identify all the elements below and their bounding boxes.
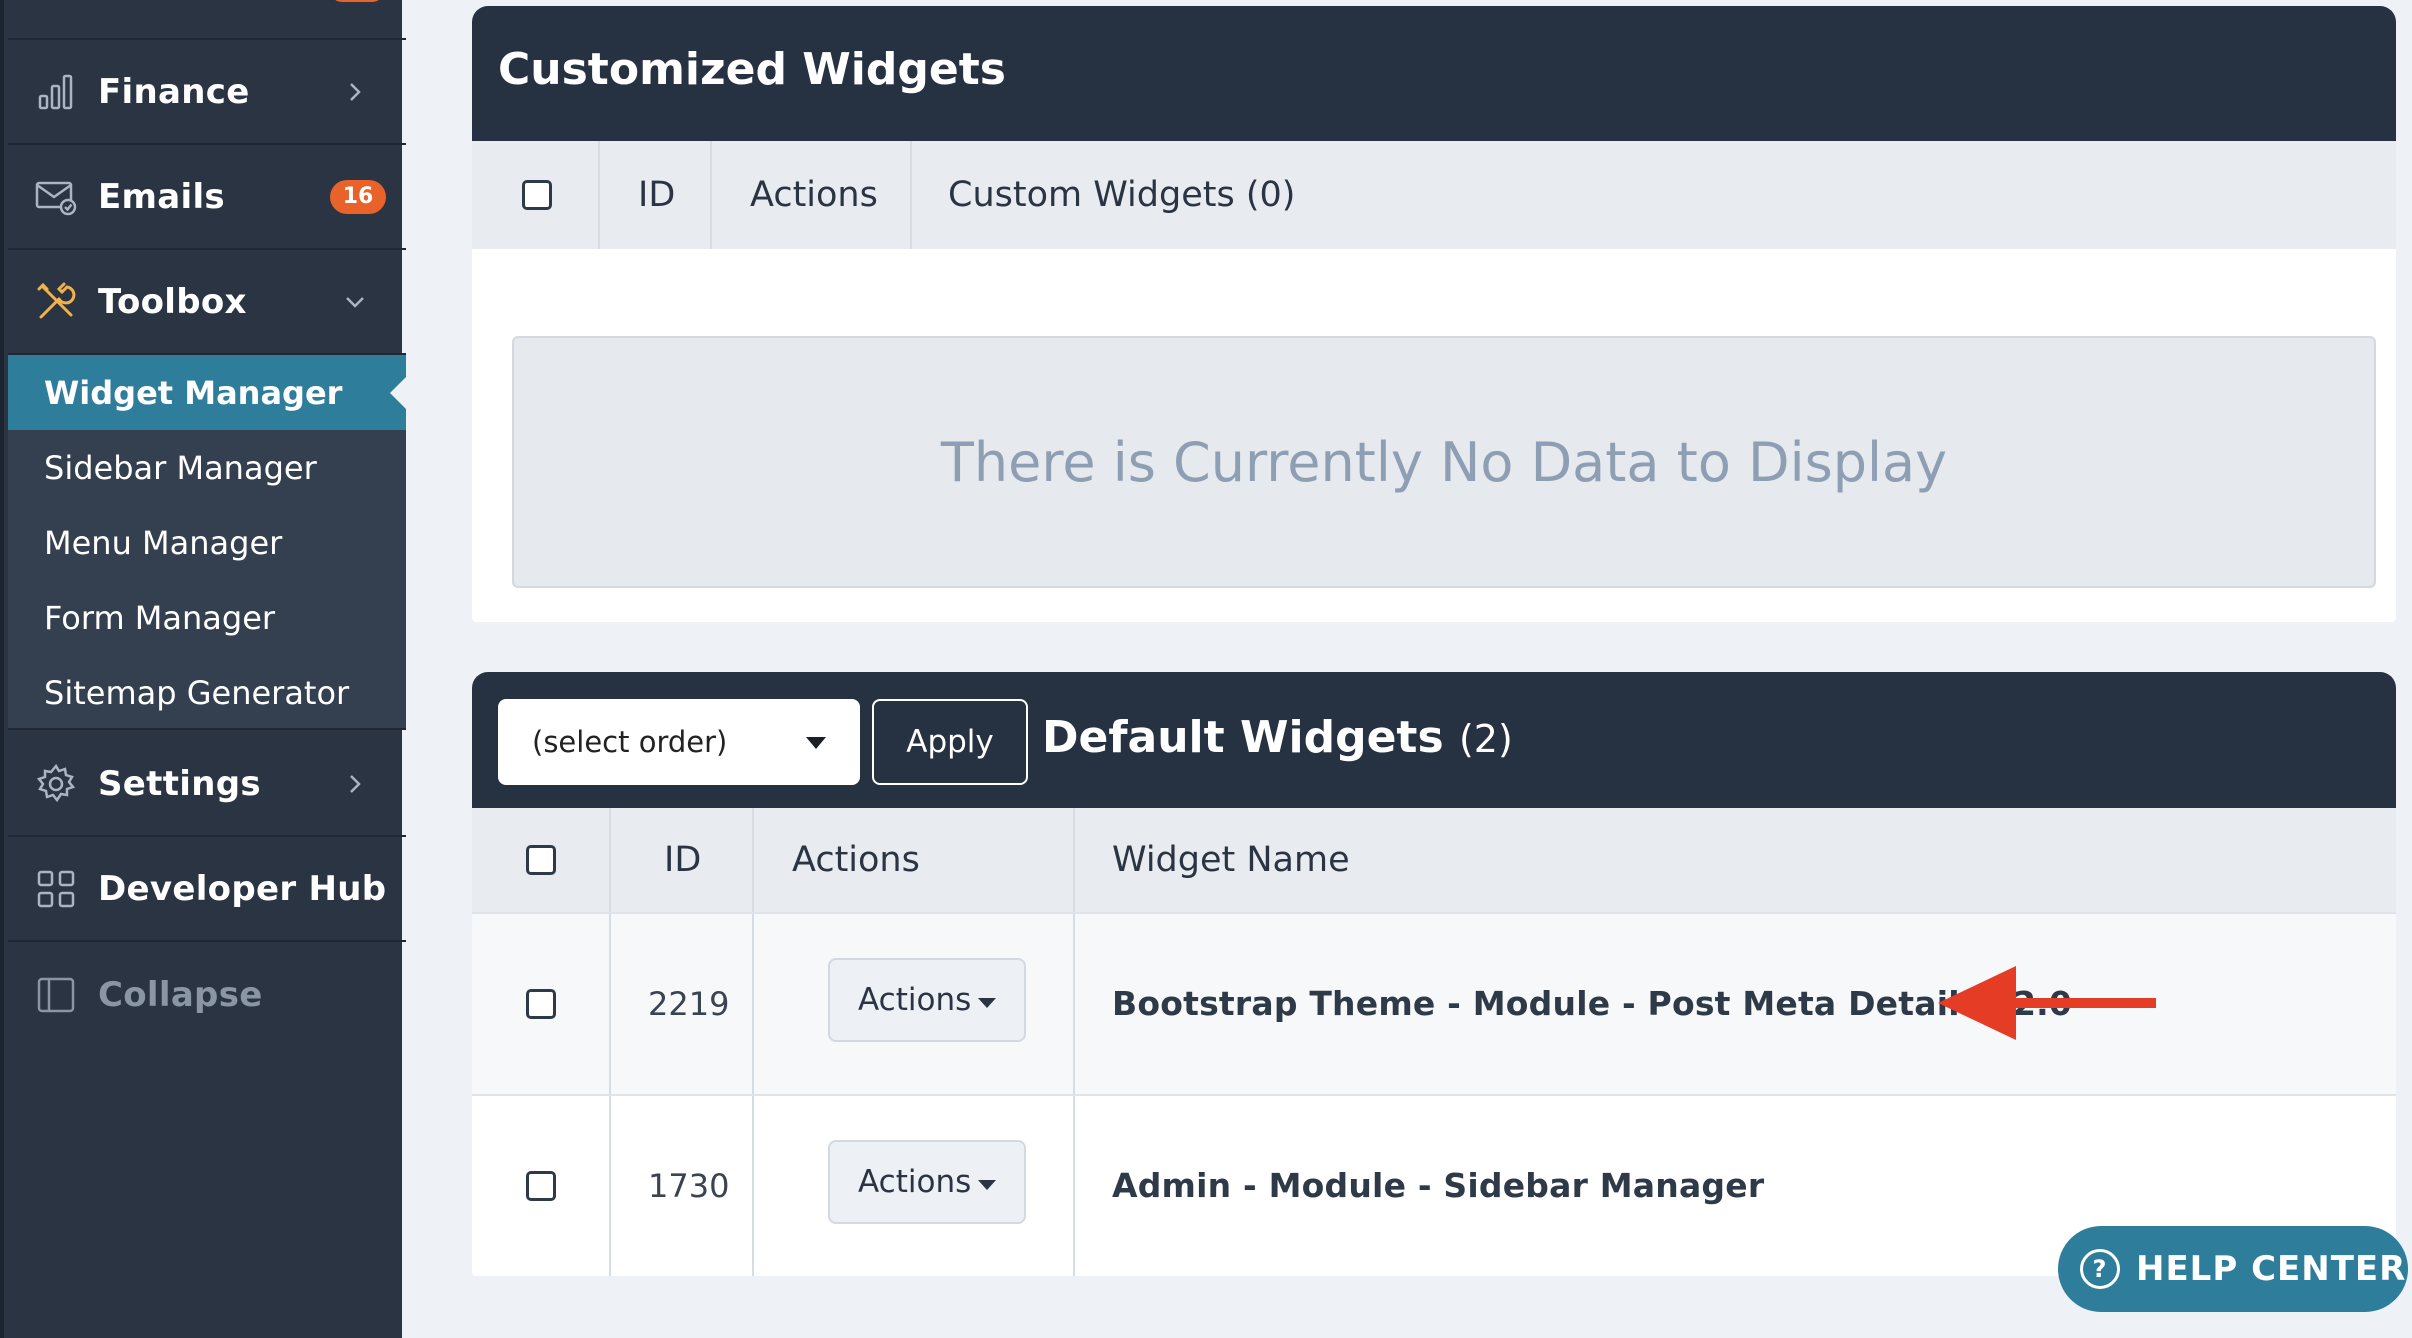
row-actions-label: Actions (858, 1164, 972, 1200)
grid-icon (34, 867, 78, 911)
question-icon: ? (2080, 1249, 2120, 1289)
column-divider (710, 141, 712, 249)
sidebar-item-developer-hub[interactable]: Developer Hub (8, 837, 406, 942)
column-divider (598, 141, 600, 249)
help-center-label: HELP CENTER (2136, 1249, 2407, 1289)
column-divider (609, 808, 611, 912)
column-header-id[interactable]: ID (664, 808, 701, 912)
select-all-checkbox[interactable] (526, 845, 556, 875)
badge-partial (330, 0, 384, 2)
row-actions-dropdown[interactable]: Actions (828, 1140, 1026, 1224)
help-center-button[interactable]: ? HELP CENTER (2058, 1226, 2408, 1312)
sidebar-item-finance[interactable]: Finance (8, 40, 406, 145)
caret-down-icon (806, 737, 826, 749)
submenu-item-widget-manager[interactable]: Widget Manager (8, 355, 406, 430)
column-divider (1073, 808, 1075, 912)
sidebar-item-label: Finance (98, 71, 250, 112)
customized-widgets-panel: Customized Widgets ID Actions Custom Wid… (472, 6, 2396, 622)
row-actions-dropdown[interactable]: Actions (828, 958, 1026, 1042)
sidebar-item-toolbox[interactable]: Toolbox (8, 250, 406, 355)
column-divider (609, 1096, 611, 1276)
panel-header: (select order) Apply Default Widgets (2) (472, 672, 2396, 808)
panel-icon (34, 973, 78, 1017)
email-icon (34, 175, 78, 219)
sidebar-item-settings[interactable]: Settings (8, 732, 406, 837)
caret-down-icon (978, 1180, 996, 1190)
submenu-item-form-manager[interactable]: Form Manager (8, 580, 406, 655)
bar-chart-icon (34, 70, 78, 114)
widget-name[interactable]: Admin - Module - Sidebar Manager (1112, 1166, 1764, 1205)
sidebar-collapse-toggle[interactable]: Collapse (8, 942, 406, 1047)
column-divider (1073, 1096, 1075, 1276)
apply-button[interactable]: Apply (872, 699, 1028, 785)
sidebar-item-label: Developer Hub (98, 868, 387, 909)
sidebar-item-label: Emails (98, 176, 225, 217)
chevron-right-icon (342, 79, 368, 105)
sidebar-item-label: Collapse (98, 974, 263, 1015)
column-header-widget-name[interactable]: Widget Name (1112, 808, 1350, 912)
column-divider (752, 808, 754, 912)
column-header-actions[interactable]: Actions (750, 141, 878, 249)
widget-id: 2219 (648, 985, 730, 1023)
empty-state-message: There is Currently No Data to Display (512, 336, 2376, 588)
unread-count-badge: 16 (330, 179, 386, 214)
order-select-value: (select order) (532, 725, 728, 759)
column-divider (609, 914, 611, 1094)
table-header: ID Actions Custom Widgets (0) (472, 141, 2396, 249)
gear-icon (34, 762, 78, 806)
submenu-item-sitemap-generator[interactable]: Sitemap Generator (8, 655, 406, 730)
sidebar-item-emails[interactable]: Emails 16 (8, 145, 406, 250)
sidebar: Finance Emails 16 Toolbox Widget Manager… (0, 0, 406, 1338)
caret-down-icon (978, 998, 996, 1008)
annotation-arrow-icon (1938, 966, 2156, 1040)
panel-title-text: Default Widgets (1042, 712, 1444, 763)
column-divider (752, 914, 754, 1094)
row-checkbox[interactable] (526, 1171, 556, 1201)
column-header-id[interactable]: ID (638, 141, 675, 249)
table-header: ID Actions Widget Name (472, 808, 2396, 912)
tools-icon (34, 280, 78, 324)
row-actions-label: Actions (858, 982, 972, 1018)
widget-name[interactable]: Bootstrap Theme - Module - Post Meta Det… (1112, 984, 2072, 1023)
column-header-actions[interactable]: Actions (792, 808, 920, 912)
panel-header: Customized Widgets (472, 6, 2396, 141)
sidebar-item-label: Settings (98, 763, 261, 804)
submenu-item-sidebar-manager[interactable]: Sidebar Manager (8, 430, 406, 505)
widget-count: (2) (1458, 717, 1513, 761)
panel-title: Customized Widgets (498, 44, 1006, 95)
sidebar-item-label: Toolbox (98, 281, 247, 322)
column-divider (1073, 914, 1075, 1094)
row-checkbox[interactable] (526, 989, 556, 1019)
column-divider (752, 1096, 754, 1276)
select-all-checkbox[interactable] (522, 180, 552, 210)
column-header-custom-widgets[interactable]: Custom Widgets (0) (948, 141, 1295, 249)
widget-id: 1730 (648, 1167, 730, 1205)
toolbox-submenu: Widget Manager Sidebar Manager Menu Mana… (8, 355, 406, 730)
submenu-item-menu-manager[interactable]: Menu Manager (8, 505, 406, 580)
column-divider (910, 141, 912, 249)
chevron-down-icon (342, 289, 368, 315)
sidebar-item-partial[interactable] (8, 0, 406, 40)
order-select[interactable]: (select order) (498, 699, 860, 785)
chevron-right-icon (342, 771, 368, 797)
panel-title: Default Widgets (2) (1042, 712, 1513, 763)
